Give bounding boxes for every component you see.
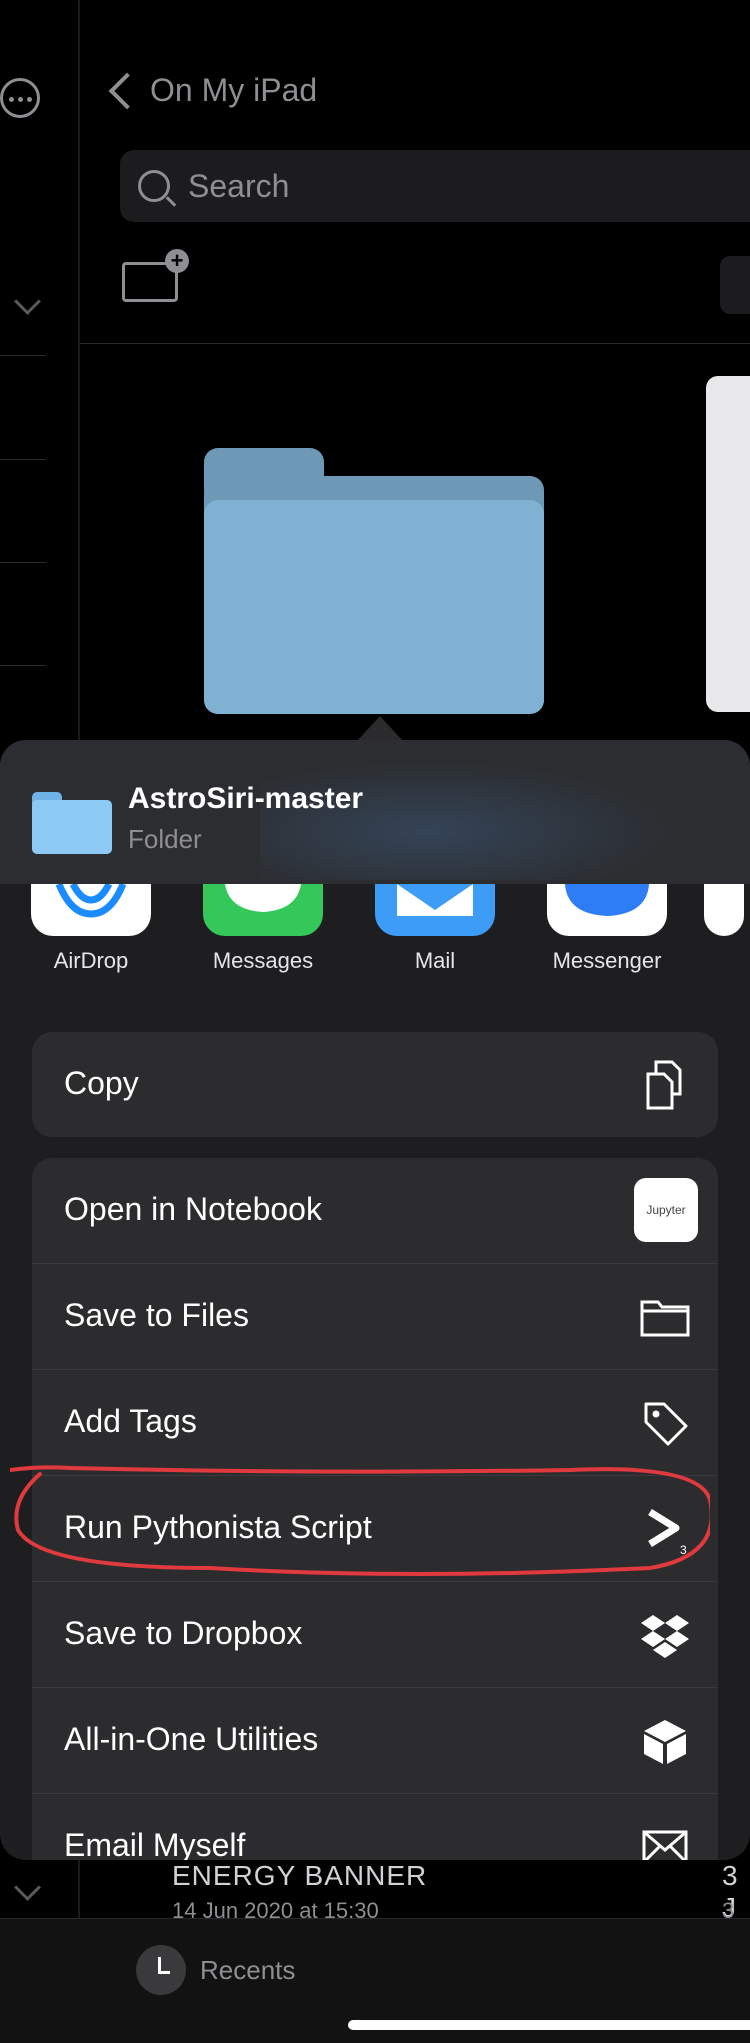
clock-icon[interactable] <box>136 1945 186 1995</box>
share-app-messages[interactable]: Messages <box>188 884 338 974</box>
search-icon <box>138 170 170 202</box>
action-label: Save to Dropbox <box>64 1615 303 1651</box>
app-label: Messages <box>212 948 314 973</box>
share-item-title: AstroSiri-master <box>128 782 364 815</box>
folder-thumbnail[interactable] <box>204 448 544 714</box>
share-sheet: AstroSiri-master Folder AirDrop Messages… <box>0 740 750 1860</box>
app-label: Mail <box>414 948 456 973</box>
share-app-mail[interactable]: Mail <box>360 884 510 974</box>
messages-icon <box>203 884 323 936</box>
messenger-icon <box>547 884 667 936</box>
action-label: Save to Files <box>64 1297 249 1333</box>
sidebar-divider <box>0 665 46 666</box>
dropbox-icon <box>641 1615 689 1658</box>
share-sheet-header: AstroSiri-master Folder <box>0 740 750 884</box>
share-item-subtitle: Folder <box>128 824 202 854</box>
share-app-messenger[interactable]: Messenger <box>532 884 682 974</box>
sidebar-divider <box>0 459 46 460</box>
chevron-down-icon[interactable] <box>14 288 41 315</box>
action-label: All-in-One Utilities <box>64 1721 319 1757</box>
action-label: Open in Notebook <box>64 1191 322 1227</box>
search-placeholder: Search <box>188 167 290 204</box>
copy-group: Copy <box>32 1032 718 1137</box>
new-folder-icon[interactable]: + <box>122 249 189 302</box>
popover-arrow <box>356 716 404 742</box>
folder-icon <box>32 792 112 854</box>
action-label: Add Tags <box>64 1403 197 1439</box>
document-thumbnail[interactable] <box>706 376 750 712</box>
tag-icon <box>644 1402 688 1446</box>
search-input[interactable]: Search <box>120 150 750 222</box>
app-label: Messenger <box>552 948 662 973</box>
jupyter-logo-text: Jupyter <box>646 1203 686 1217</box>
annotation-circle <box>10 1465 710 1576</box>
back-label: On My iPad <box>150 72 318 108</box>
copy-icon <box>646 1060 682 1110</box>
file-title: ENERGY BANNER <box>172 1860 428 1891</box>
share-app-airdrop[interactable]: AirDrop <box>16 882 166 974</box>
action-save-to-files[interactable]: Save to Files <box>32 1264 718 1370</box>
more-options-icon[interactable] <box>0 78 40 118</box>
back-button[interactable]: On My iPad <box>104 72 317 109</box>
action-email-myself[interactable]: Email Myself <box>32 1794 718 1860</box>
app-label: AirDrop <box>53 948 129 973</box>
tab-recents[interactable]: Recents <box>200 1955 295 1986</box>
view-options-button[interactable] <box>720 256 750 314</box>
action-label: Email Myself <box>64 1827 246 1860</box>
toolbar-divider <box>80 343 750 344</box>
share-app-row: AirDrop Messages Mail Messenger <box>0 882 750 994</box>
copy-action[interactable]: Copy <box>32 1032 718 1137</box>
action-label: Copy <box>64 1065 139 1101</box>
folder-icon <box>640 1300 690 1337</box>
jupyter-icon: Jupyter <box>634 1178 698 1242</box>
chevron-left-icon <box>108 72 146 109</box>
cube-icon <box>644 1720 686 1764</box>
sidebar-divider <box>0 562 46 563</box>
envelope-icon <box>642 1830 688 1860</box>
home-indicator <box>348 2020 750 2030</box>
action-all-in-one-utilities[interactable]: All-in-One Utilities <box>32 1688 718 1794</box>
sidebar-divider <box>0 355 46 356</box>
airdrop-icon <box>31 882 151 936</box>
action-save-to-dropbox[interactable]: Save to Dropbox <box>32 1582 718 1688</box>
mail-icon <box>375 884 495 936</box>
share-app-partial[interactable] <box>704 884 750 936</box>
action-open-in-notebook[interactable]: Open in Notebook Jupyter <box>32 1158 718 1264</box>
chevron-down-icon[interactable] <box>14 1874 41 1901</box>
